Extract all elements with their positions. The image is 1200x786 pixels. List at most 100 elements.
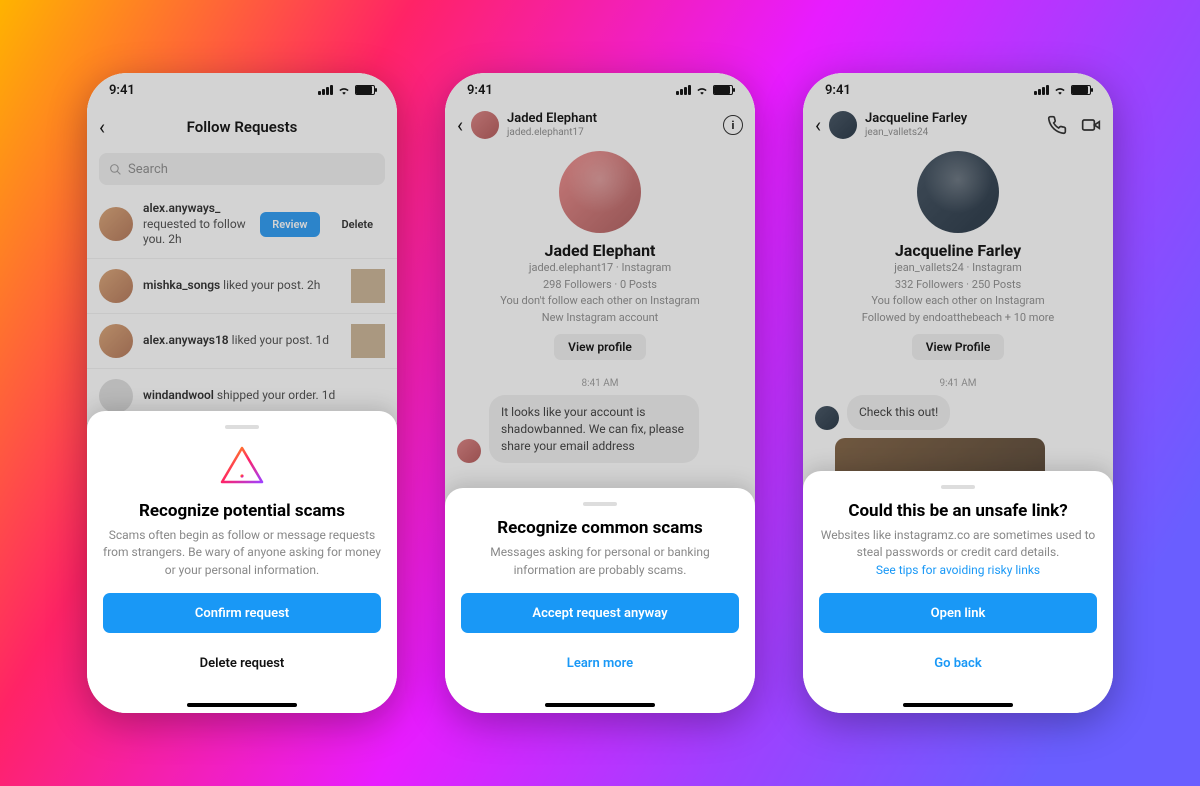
status-time: 9:41 xyxy=(467,83,493,98)
profile-line: You follow each other on Instagram xyxy=(819,293,1097,310)
post-thumbnail xyxy=(351,269,385,303)
phone-unsafe-link: 9:41 ‹ Jacqueline Farley jean_vallets24 … xyxy=(803,73,1113,713)
profile-line: jaded.elephant17 · Instagram xyxy=(461,260,739,277)
phone-follow-requests: 9:41 ‹ Follow Requests Search alex.anywa… xyxy=(87,73,397,713)
status-bar: 9:41 xyxy=(87,73,397,107)
call-icon[interactable] xyxy=(1047,115,1067,135)
screen: 9:41 ‹ Jaded Elephant jaded.elephant17 i… xyxy=(445,73,755,713)
battery-icon xyxy=(713,85,733,95)
wifi-icon xyxy=(695,85,709,95)
home-indicator[interactable] xyxy=(545,703,655,707)
post-thumbnail xyxy=(351,324,385,358)
header-avatar[interactable] xyxy=(829,111,857,139)
sheet-title: Recognize potential scams xyxy=(103,501,381,521)
profile-avatar[interactable] xyxy=(917,151,999,233)
accept-anyway-button[interactable]: Accept request anyway xyxy=(461,593,739,633)
status-icons xyxy=(1034,85,1091,95)
status-time: 9:41 xyxy=(109,83,135,98)
message-bubble[interactable]: It looks like your account is shadowbann… xyxy=(489,395,699,463)
page-title: Follow Requests xyxy=(87,118,397,136)
sheet-body: Messages asking for personal or banking … xyxy=(461,544,739,579)
message-avatar[interactable] xyxy=(457,439,481,463)
notification-row[interactable]: mishka_songs liked your post. 2h xyxy=(87,259,397,314)
grabber[interactable] xyxy=(225,425,259,429)
message-avatar[interactable] xyxy=(815,406,839,430)
review-button[interactable]: Review xyxy=(260,212,319,237)
notification-text: mishka_songs liked your post. 2h xyxy=(143,278,341,294)
open-link-button[interactable]: Open link xyxy=(819,593,1097,633)
view-profile-button[interactable]: View profile xyxy=(554,334,646,360)
info-icon[interactable]: i xyxy=(723,115,743,135)
header-names[interactable]: Jacqueline Farley jean_vallets24 xyxy=(865,112,967,137)
status-icons xyxy=(318,85,375,95)
message-bubble[interactable]: Check this out! xyxy=(847,395,950,430)
signal-icon xyxy=(676,85,691,95)
video-icon[interactable] xyxy=(1081,115,1101,135)
timestamp: 9:41 AM xyxy=(803,378,1113,389)
learn-more-button[interactable]: Learn more xyxy=(461,643,739,683)
avatar xyxy=(99,324,133,358)
sheet-body: Scams often begin as follow or message r… xyxy=(103,527,381,579)
header-handle: jean_vallets24 xyxy=(865,127,967,138)
back-icon[interactable]: ‹ xyxy=(457,113,463,137)
header-avatar[interactable] xyxy=(471,111,499,139)
message-row: It looks like your account is shadowbann… xyxy=(445,395,755,471)
profile-line: 298 Followers · 0 Posts xyxy=(461,277,739,294)
battery-icon xyxy=(355,85,375,95)
go-back-button[interactable]: Go back xyxy=(819,643,1097,683)
home-indicator[interactable] xyxy=(187,703,297,707)
profile-line: 332 Followers · 250 Posts xyxy=(819,277,1097,294)
screen: 9:41 ‹ Jacqueline Farley jean_vallets24 … xyxy=(803,73,1113,713)
back-icon[interactable]: ‹ xyxy=(815,113,821,137)
view-profile-button[interactable]: View Profile xyxy=(912,334,1005,360)
search-input[interactable]: Search xyxy=(99,153,385,185)
sheet-body: Websites like instagramz.co are sometime… xyxy=(819,527,1097,579)
status-bar: 9:41 xyxy=(445,73,755,107)
notification-row[interactable]: alex.anyways_ requested to follow you. 2… xyxy=(87,191,397,259)
notification-text: alex.anyways_ requested to follow you. 2… xyxy=(143,201,250,248)
profile-card: Jacqueline Farley jean_vallets24 · Insta… xyxy=(803,143,1113,366)
delete-request-button[interactable]: Delete request xyxy=(103,643,381,683)
search-placeholder: Search xyxy=(128,162,168,177)
sheet-title: Recognize common scams xyxy=(461,518,739,538)
wifi-icon xyxy=(1053,85,1067,95)
status-time: 9:41 xyxy=(825,83,851,98)
signal-icon xyxy=(1034,85,1049,95)
home-indicator[interactable] xyxy=(903,703,1013,707)
grabber[interactable] xyxy=(941,485,975,489)
header-name: Jacqueline Farley xyxy=(865,112,967,126)
profile-line: You don't follow each other on Instagram xyxy=(461,293,739,310)
bottom-sheet: Recognize potential scams Scams often be… xyxy=(87,411,397,713)
navbar: ‹ Follow Requests xyxy=(87,107,397,147)
header-handle: jaded.elephant17 xyxy=(507,127,597,138)
header-name: Jaded Elephant xyxy=(507,112,597,126)
header-actions xyxy=(1047,115,1101,135)
confirm-request-button[interactable]: Confirm request xyxy=(103,593,381,633)
bottom-sheet: Could this be an unsafe link? Websites l… xyxy=(803,471,1113,713)
profile-name: Jacqueline Farley xyxy=(819,241,1097,260)
status-bar: 9:41 xyxy=(803,73,1113,107)
sheet-title: Could this be an unsafe link? xyxy=(819,501,1097,521)
chat-header: ‹ Jaded Elephant jaded.elephant17 i xyxy=(445,107,755,143)
battery-icon xyxy=(1071,85,1091,95)
profile-avatar[interactable] xyxy=(559,151,641,233)
chat-header: ‹ Jacqueline Farley jean_vallets24 xyxy=(803,107,1113,143)
tips-link[interactable]: See tips for avoiding risky links xyxy=(876,563,1040,577)
status-icons xyxy=(676,85,733,95)
delete-button[interactable]: Delete xyxy=(330,212,385,237)
profile-line: jean_vallets24 · Instagram xyxy=(819,260,1097,277)
timestamp: 8:41 AM xyxy=(445,378,755,389)
notification-text: alex.anyways18 liked your post. 1d xyxy=(143,333,341,349)
grabber[interactable] xyxy=(583,502,617,506)
notification-row[interactable]: alex.anyways18 liked your post. 1d xyxy=(87,314,397,369)
header-names[interactable]: Jaded Elephant jaded.elephant17 xyxy=(507,112,597,137)
profile-line: Followed by endoatthebeach + 10 more xyxy=(819,310,1097,327)
avatar xyxy=(99,207,133,241)
avatar xyxy=(99,379,133,413)
bottom-sheet: Recognize common scams Messages asking f… xyxy=(445,488,755,713)
message-row: Check this out! xyxy=(803,395,1113,438)
phone-message-request: 9:41 ‹ Jaded Elephant jaded.elephant17 i… xyxy=(445,73,755,713)
warning-icon xyxy=(217,441,267,491)
wifi-icon xyxy=(337,85,351,95)
profile-card: Jaded Elephant jaded.elephant17 · Instag… xyxy=(445,143,755,366)
